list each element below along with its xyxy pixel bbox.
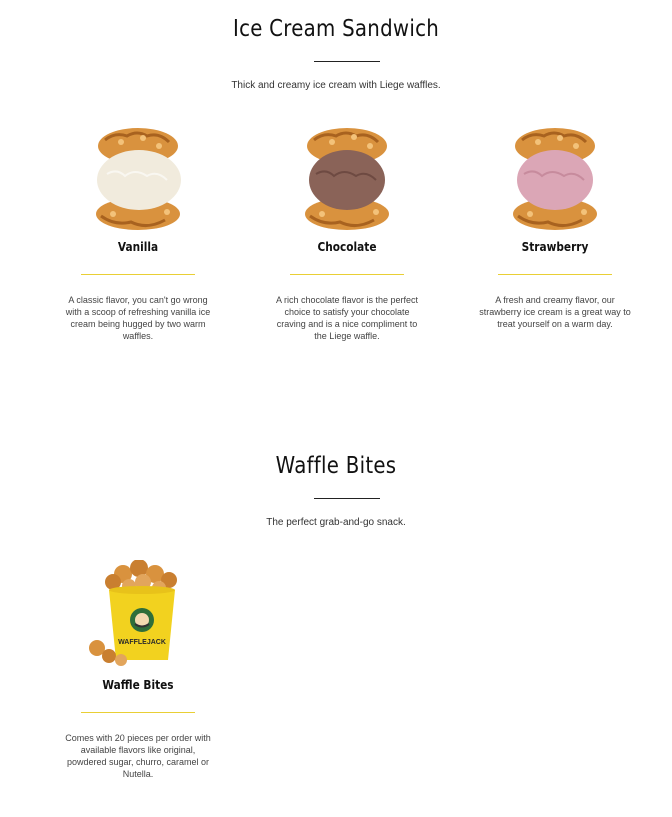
chocolate-scoop [309,150,385,210]
strawberry-scoop [517,150,593,210]
product-card-strawberry[interactable]: Strawberry A fresh and creamy flavor, ou… [475,122,635,330]
section-title-waffle-bites: Waffle Bites [275,453,397,479]
product-name: Vanilla [117,240,159,254]
product-name: Strawberry [521,240,589,254]
product-card-chocolate[interactable]: Chocolate A rich chocolate flavor is the… [267,122,427,342]
product-card-waffle-bites[interactable]: WAFFLEJACK Waffle Bites Comes with 20 pi… [58,560,218,780]
product-name: Chocolate [317,240,377,254]
waffle-bites-cup-image: WAFFLEJACK [89,560,177,666]
product-divider [81,274,195,275]
chocolate-ice-cream-sandwich-image [305,128,389,230]
title-divider [314,61,380,62]
cup-brand-label: WAFFLEJACK [118,639,166,646]
product-description: A rich chocolate flavor is the perfect c… [275,295,419,341]
product-divider [81,712,195,713]
vanilla-ice-cream-sandwich-image [96,128,181,230]
section-subtitle: The perfect grab-and-go snack. [266,517,406,528]
vanilla-scoop [97,150,181,210]
section-title-ice-cream-sandwich: Ice Cream Sandwich [232,16,440,42]
title-divider [314,498,380,499]
section-subtitle: Thick and creamy ice cream with Liege wa… [231,80,441,91]
product-description: Comes with 20 pieces per order with avai… [65,733,211,779]
strawberry-ice-cream-sandwich-image [513,128,597,230]
product-description: A classic flavor, you can't go wrong wit… [65,295,211,341]
product-card-vanilla[interactable]: Vanilla A classic flavor, you can't go w… [58,122,218,342]
product-name: Waffle Bites [102,678,174,692]
product-divider [290,274,404,275]
product-divider [498,274,612,275]
product-description: A fresh and creamy flavor, our strawberr… [479,295,631,329]
